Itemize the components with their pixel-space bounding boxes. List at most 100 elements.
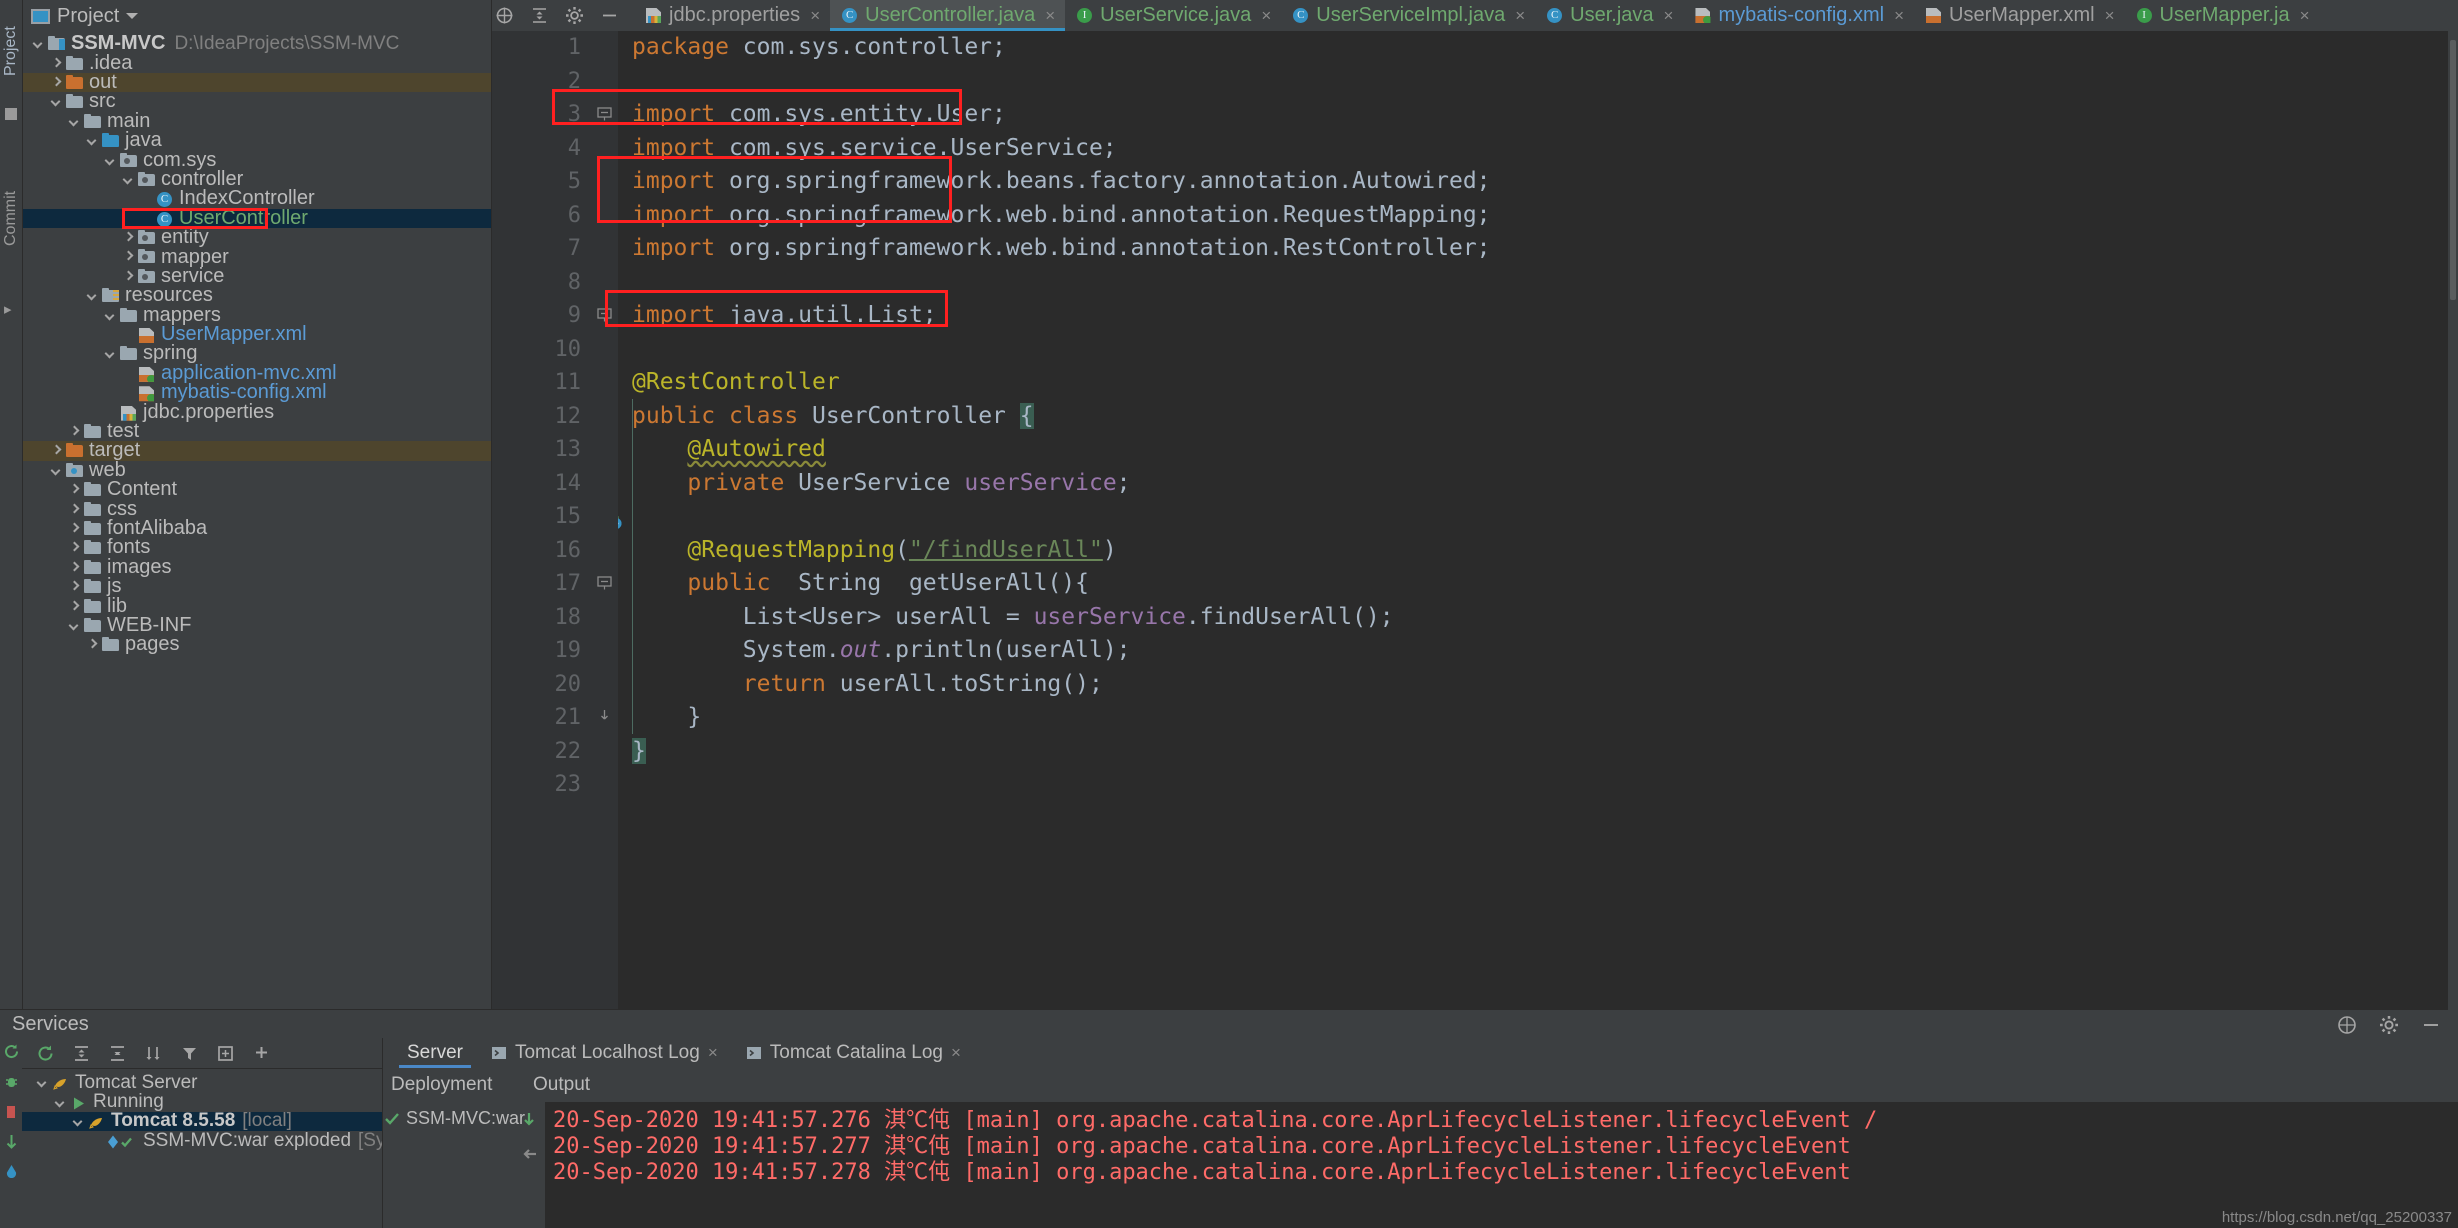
tree-expand-arrow[interactable] [50, 464, 63, 477]
project-tree-item[interactable]: SSM-MVC D:\IdeaProjects\SSM-MVC [23, 32, 491, 54]
project-tree-item[interactable]: js [23, 575, 491, 597]
project-tree-item[interactable]: fonts [23, 536, 491, 558]
project-tree-item[interactable]: fontAlibaba [23, 517, 491, 539]
project-tree-item[interactable]: UserMapper.xml [23, 323, 491, 345]
services-tree-item[interactable]: SSM-MVC:war exploded [Synchronized] [22, 1130, 382, 1151]
console-output[interactable]: 20-Sep-2020 19:41:57.276 淇℃伅 [main] org.… [545, 1102, 2458, 1228]
project-tree-item[interactable]: css [23, 498, 491, 520]
tree-expand-arrow[interactable] [104, 154, 117, 167]
editor-scrollbar-thumb[interactable] [2450, 40, 2456, 300]
tree-expand-arrow[interactable] [90, 1134, 103, 1147]
project-tree-item[interactable]: mapper [23, 246, 491, 268]
project-tree-item[interactable]: resources [23, 284, 491, 306]
help-icon[interactable] [2336, 1014, 2358, 1036]
tree-expand-arrow[interactable] [50, 76, 63, 89]
tree-expand-arrow[interactable] [32, 37, 45, 50]
chevron-down-icon[interactable] [126, 13, 139, 19]
project-tree-item[interactable]: entity [23, 226, 491, 248]
project-tree-item[interactable]: java [23, 129, 491, 151]
locate-icon[interactable] [494, 5, 515, 26]
close-icon[interactable]: × [810, 6, 820, 26]
services-tree-item[interactable]: Running [22, 1091, 382, 1112]
fold-end-icon[interactable] [597, 710, 612, 725]
deployment-item[interactable]: SSM-MVC:war [383, 1106, 525, 1130]
project-tree-item[interactable]: web [23, 459, 491, 481]
tree-expand-arrow[interactable] [50, 444, 63, 457]
log-tab[interactable]: Tomcat Catalina Log × [732, 1038, 975, 1068]
group-icon[interactable] [216, 1044, 235, 1063]
project-tree-item[interactable]: service [23, 265, 491, 287]
log-tab[interactable]: Tomcat Localhost Log × [477, 1038, 732, 1068]
collapse-all-icon[interactable] [529, 5, 550, 26]
editor-tab[interactable]: I UserService.java × [1065, 0, 1281, 31]
project-tree-item[interactable]: test [23, 420, 491, 442]
tree-expand-arrow[interactable] [68, 522, 81, 535]
tree-expand-arrow[interactable] [68, 503, 81, 516]
log-tab[interactable]: Server [393, 1038, 477, 1068]
project-tree-item[interactable]: Content [23, 478, 491, 500]
tree-expand-arrow[interactable] [104, 406, 117, 419]
tree-expand-arrow[interactable] [68, 425, 81, 438]
editor-code-content[interactable]: package com.sys.controller; import com.s… [618, 31, 2458, 1009]
editor-fold-column[interactable] [592, 31, 618, 1009]
tree-expand-arrow[interactable] [104, 347, 117, 360]
tree-expand-arrow[interactable] [68, 580, 81, 593]
project-tree-item[interactable]: C UserController [23, 207, 491, 229]
settings-gear-icon[interactable] [2378, 1014, 2400, 1036]
project-tree-item[interactable]: C IndexController [23, 187, 491, 209]
tree-expand-arrow[interactable] [68, 600, 81, 613]
filter-icon[interactable] [180, 1044, 199, 1063]
tree-expand-arrow[interactable] [140, 212, 153, 225]
project-tree-item[interactable]: mybatis-config.xml [23, 381, 491, 403]
close-icon[interactable]: × [1045, 6, 1055, 26]
rerun-icon[interactable] [36, 1044, 55, 1063]
close-icon[interactable]: × [1261, 6, 1271, 26]
project-tree-item[interactable]: application-mvc.xml [23, 362, 491, 384]
tree-expand-arrow[interactable] [68, 561, 81, 574]
close-icon[interactable]: × [1515, 6, 1525, 26]
close-icon[interactable]: × [2300, 6, 2310, 26]
project-tree[interactable]: SSM-MVC D:\IdeaProjects\SSM-MVC .idea out sr… [23, 32, 491, 1009]
tree-expand-arrow[interactable] [86, 638, 99, 651]
editor-tab[interactable]: C UserController.java × [830, 0, 1066, 31]
tree-expand-arrow[interactable] [122, 173, 135, 186]
debug-icon[interactable] [3, 1073, 20, 1090]
add-icon[interactable] [252, 1044, 271, 1063]
commit-tool-window-button[interactable]: Commit [2, 172, 20, 246]
tree-expand-arrow[interactable] [122, 250, 135, 263]
tree-expand-arrow[interactable] [68, 541, 81, 554]
tree-expand-arrow[interactable] [122, 231, 135, 244]
fold-collapse-icon[interactable] [597, 107, 612, 122]
fold-collapse-icon[interactable] [597, 308, 612, 323]
project-tool-window-button[interactable]: Project [2, 10, 20, 76]
project-tree-item[interactable]: pages [23, 633, 491, 655]
project-tree-item[interactable]: lib [23, 595, 491, 617]
rerun-icon[interactable] [3, 1043, 20, 1060]
services-tree-item[interactable]: Tomcat 8.5.58 [local] [22, 1110, 382, 1131]
editor-tab[interactable]: jdbc.properties × [634, 0, 830, 31]
project-tree-item[interactable]: WEB-INF [23, 614, 491, 636]
hide-panel-icon[interactable] [2420, 1014, 2442, 1036]
tree-expand-arrow[interactable] [104, 309, 117, 322]
editor-tab[interactable]: mybatis-config.xml × [1683, 0, 1914, 31]
project-tree-item[interactable]: target [23, 439, 491, 461]
hide-panel-icon[interactable] [599, 5, 620, 26]
project-tree-item[interactable]: controller [23, 168, 491, 190]
editor-tab[interactable]: I UserMapper.ja × [2125, 0, 2320, 31]
tree-expand-arrow[interactable] [68, 115, 81, 128]
editor-tab[interactable]: C UserServiceImpl.java × [1281, 0, 1535, 31]
settings-gear-icon[interactable] [564, 5, 585, 26]
stop-icon[interactable] [3, 1103, 20, 1120]
tree-expand-arrow[interactable] [68, 619, 81, 632]
project-tree-item[interactable]: .idea [23, 52, 491, 74]
tree-expand-arrow[interactable] [50, 95, 63, 108]
project-tree-item[interactable]: jdbc.properties [23, 401, 491, 423]
tree-expand-arrow[interactable] [122, 270, 135, 283]
close-icon[interactable]: × [951, 1043, 961, 1063]
close-icon[interactable]: × [2105, 6, 2115, 26]
code-editor[interactable]: 123456789101112c1314151617181920212223 p… [492, 31, 2458, 1009]
expand-all-icon[interactable] [72, 1044, 91, 1063]
structure-tool-window-button[interactable]: ▸ [4, 300, 12, 318]
project-tree-item[interactable]: main [23, 110, 491, 132]
droplet-icon[interactable] [3, 1163, 20, 1180]
